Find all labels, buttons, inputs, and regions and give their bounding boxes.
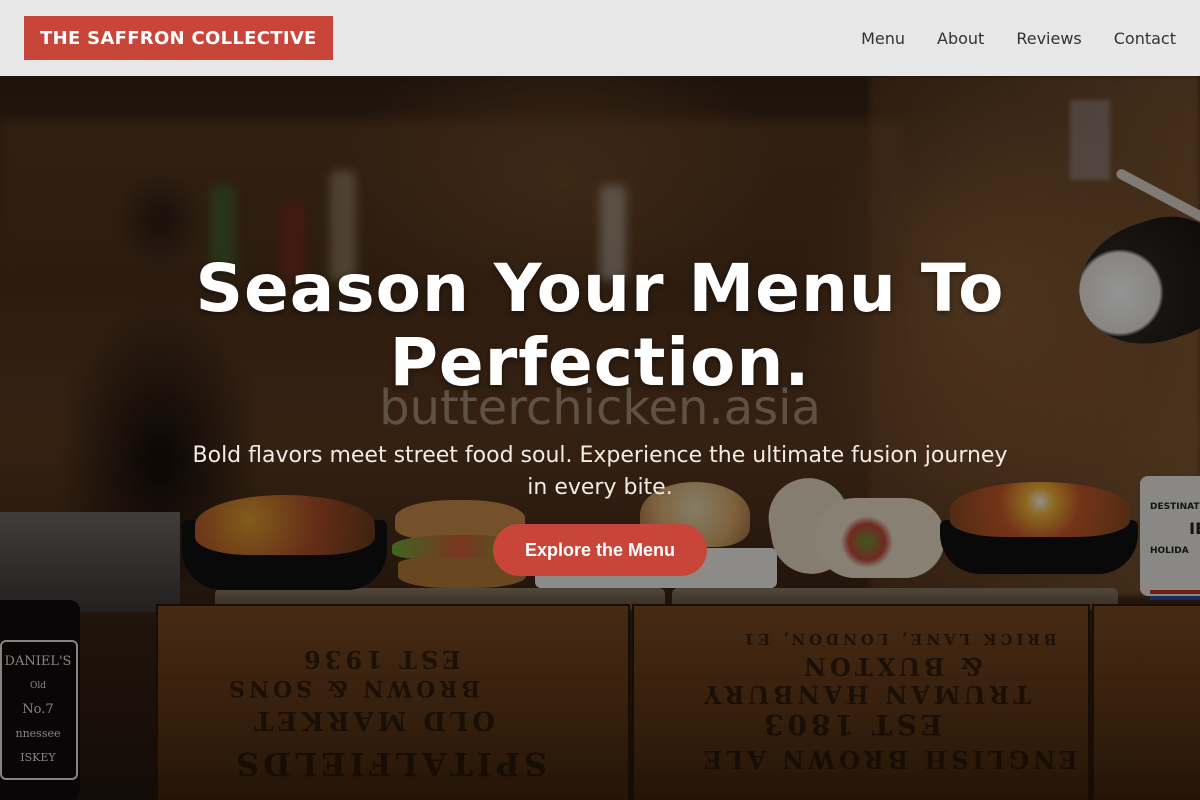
- hero-headline: Season Your Menu To Perfection.: [195, 250, 1005, 401]
- nav-link-menu[interactable]: Menu: [861, 29, 905, 48]
- nav-links: Menu About Reviews Contact: [861, 29, 1176, 48]
- nav-link-about[interactable]: About: [937, 29, 984, 48]
- hero-section: DANIEL'S Old No.7 nnessee ISKEY EST 1936…: [0, 0, 1200, 800]
- top-navbar: THE SAFFRON COLLECTIVE Menu About Review…: [0, 0, 1200, 76]
- explore-menu-button[interactable]: Explore the Menu: [492, 524, 708, 576]
- hero-subtitle: Bold flavors meet street food soul. Expe…: [192, 443, 1008, 500]
- nav-link-reviews[interactable]: Reviews: [1016, 29, 1081, 48]
- brand-logo[interactable]: THE SAFFRON COLLECTIVE: [24, 16, 333, 60]
- hero-content: Season Your Menu To Perfection. Bold fla…: [0, 252, 1200, 576]
- nav-link-contact[interactable]: Contact: [1114, 29, 1176, 48]
